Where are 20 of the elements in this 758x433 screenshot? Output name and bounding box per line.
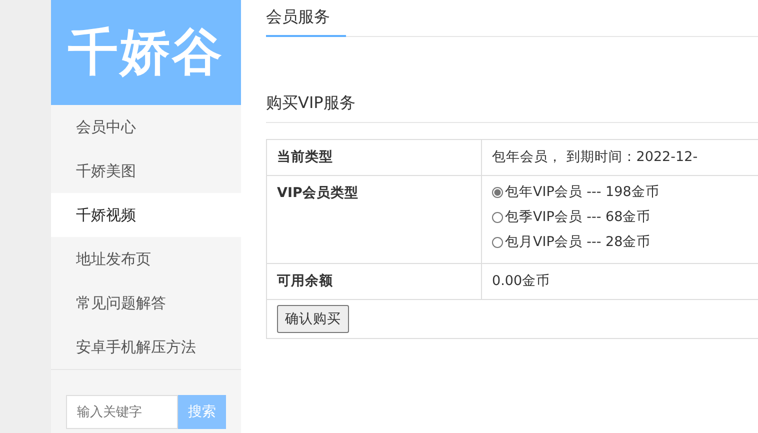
nav-item[interactable]: 地址发布页: [51, 237, 241, 281]
nav-item[interactable]: 会员中心: [51, 105, 241, 149]
nav-item[interactable]: 常见问题解答: [51, 281, 241, 325]
confirm-button[interactable]: 确认购买: [277, 305, 349, 333]
nav-item[interactable]: 千娇美图: [51, 149, 241, 193]
radio-option[interactable]: 包季VIP会员 --- 68金币: [492, 205, 758, 230]
radio-icon[interactable]: [492, 237, 503, 248]
table-cell: 当前类型: [266, 140, 482, 176]
radio-icon[interactable]: [492, 187, 503, 198]
nav-item[interactable]: 安卓手机解压方法: [51, 325, 241, 369]
table-cell: 包年会员， 到期时间：2022-12-: [482, 140, 758, 176]
table-cell: VIP会员类型: [266, 176, 482, 264]
nav-item[interactable]: 千娇视频: [51, 193, 241, 237]
radio-option[interactable]: 包年VIP会员 --- 198金币: [492, 180, 758, 205]
section-title: 购买VIP服务: [266, 93, 356, 112]
logo: 千娇谷: [51, 0, 241, 105]
table-cell: 可用余额: [266, 264, 482, 300]
search-field[interactable]: 输入关键字: [66, 395, 178, 429]
radio-icon[interactable]: [492, 212, 503, 223]
radio-option[interactable]: 包月VIP会员 --- 28金币: [492, 230, 758, 255]
